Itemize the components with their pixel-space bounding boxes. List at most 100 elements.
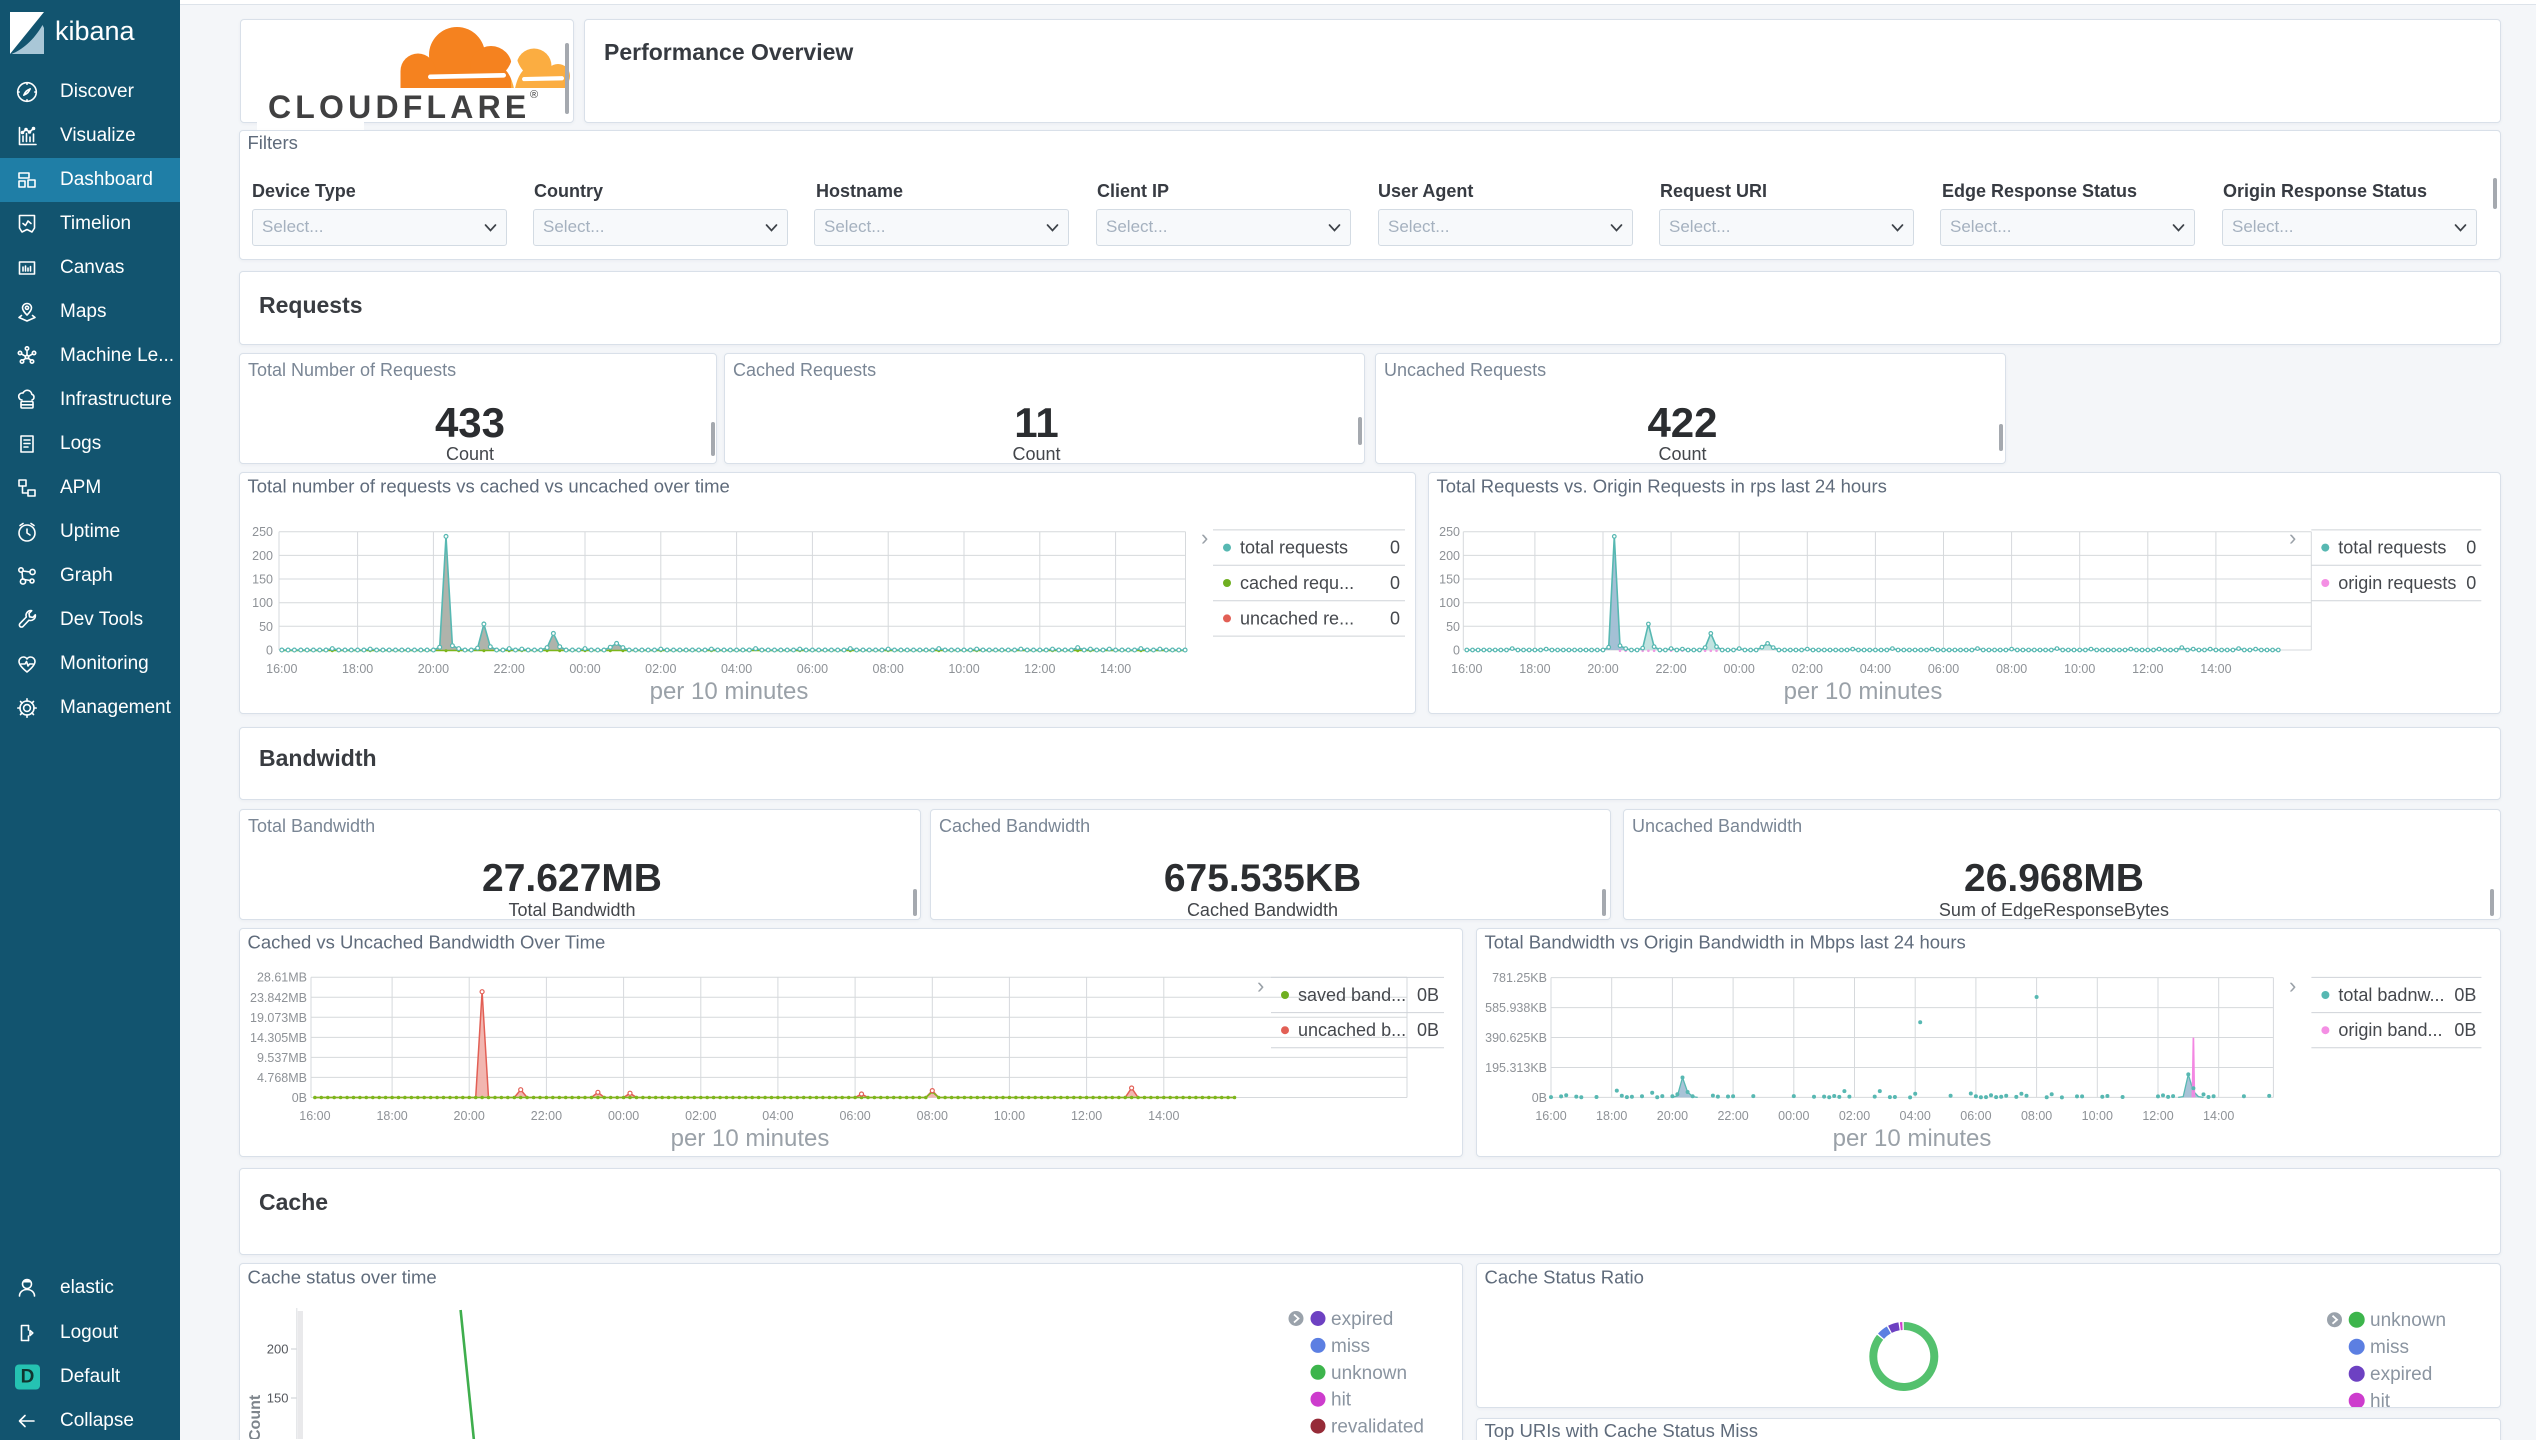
svg-text:uncached b...: uncached b...: [1298, 1020, 1406, 1040]
svg-text:585.938KB: 585.938KB: [1485, 1001, 1547, 1015]
svg-text:16:00: 16:00: [1535, 1109, 1566, 1123]
svg-text:per 10 minutes: per 10 minutes: [1833, 1125, 1992, 1152]
svg-text:100: 100: [252, 596, 273, 610]
svg-text:Total Requests vs. Origin Requ: Total Requests vs. Origin Requests in rp…: [1437, 476, 1887, 497]
svg-text:18:00: 18:00: [376, 1109, 407, 1123]
svg-text:00:00: 00:00: [608, 1109, 639, 1123]
svg-text:16:00: 16:00: [266, 662, 297, 676]
svg-text:28.61MB: 28.61MB: [257, 971, 307, 985]
svg-text:per 10 minutes: per 10 minutes: [1784, 678, 1943, 705]
svg-text:expired: expired: [1331, 1309, 1393, 1330]
svg-text:08:00: 08:00: [873, 662, 904, 676]
svg-text:origin requests: origin requests: [2338, 573, 2456, 593]
svg-text:150: 150: [1439, 573, 1460, 587]
svg-text:06:00: 06:00: [1960, 1109, 1991, 1123]
svg-text:18:00: 18:00: [1519, 662, 1550, 676]
svg-text:16:00: 16:00: [1451, 662, 1482, 676]
svg-text:20:00: 20:00: [418, 662, 449, 676]
svg-text:08:00: 08:00: [2021, 1109, 2052, 1123]
svg-text:22:00: 22:00: [531, 1109, 562, 1123]
svg-text:02:00: 02:00: [1792, 662, 1823, 676]
svg-text:0B: 0B: [292, 1091, 307, 1105]
svg-text:Total Bandwidth vs Origin Band: Total Bandwidth vs Origin Bandwidth in M…: [1485, 932, 1966, 953]
svg-text:Cache status over time: Cache status over time: [248, 1267, 437, 1288]
svg-text:0: 0: [1390, 573, 1400, 593]
svg-text:Total number of requests vs ca: Total number of requests vs cached vs un…: [248, 476, 730, 497]
svg-text:08:00: 08:00: [917, 1109, 948, 1123]
svg-text:18:00: 18:00: [1596, 1109, 1627, 1123]
svg-text:0B: 0B: [2454, 1020, 2476, 1040]
svg-text:per 10 minutes: per 10 minutes: [671, 1125, 830, 1152]
svg-text:unknown: unknown: [2370, 1310, 2446, 1331]
svg-text:150: 150: [267, 1391, 289, 1406]
svg-text:miss: miss: [2370, 1337, 2409, 1358]
svg-text:hit: hit: [2370, 1391, 2391, 1407]
svg-text:22:00: 22:00: [494, 662, 525, 676]
svg-text:›: ›: [2289, 525, 2296, 550]
svg-text:Cached vs Uncached Bandwidth O: Cached vs Uncached Bandwidth Over Time: [248, 932, 606, 953]
svg-text:06:00: 06:00: [797, 662, 828, 676]
svg-text:390.625KB: 390.625KB: [1485, 1031, 1547, 1045]
svg-text:20:00: 20:00: [454, 1109, 485, 1123]
svg-text:10:00: 10:00: [948, 662, 979, 676]
svg-text:›: ›: [2289, 973, 2296, 998]
svg-text:14:00: 14:00: [2200, 662, 2231, 676]
svg-text:200: 200: [267, 1342, 289, 1357]
svg-text:150: 150: [252, 573, 273, 587]
svg-text:00:00: 00:00: [1778, 1109, 1809, 1123]
svg-text:unknown: unknown: [1331, 1363, 1407, 1384]
svg-text:02:00: 02:00: [645, 662, 676, 676]
svg-text:04:00: 04:00: [721, 662, 752, 676]
svg-text:origin band...: origin band...: [2338, 1020, 2442, 1040]
svg-text:0B: 0B: [1417, 1020, 1439, 1040]
svg-text:10:00: 10:00: [2064, 662, 2095, 676]
svg-text:50: 50: [1446, 620, 1460, 634]
svg-text:02:00: 02:00: [685, 1109, 716, 1123]
svg-text:18:00: 18:00: [342, 662, 373, 676]
svg-text:0: 0: [1390, 608, 1400, 628]
svg-text:4.768MB: 4.768MB: [257, 1071, 307, 1085]
svg-text:200: 200: [252, 549, 273, 563]
svg-text:06:00: 06:00: [1928, 662, 1959, 676]
svg-text:22:00: 22:00: [1717, 1109, 1748, 1123]
svg-text:00:00: 00:00: [1724, 662, 1755, 676]
svg-text:saved band...: saved band...: [1298, 985, 1406, 1005]
svg-text:19.073MB: 19.073MB: [250, 1011, 307, 1025]
svg-text:04:00: 04:00: [1900, 1109, 1931, 1123]
svg-text:250: 250: [1439, 525, 1460, 539]
svg-text:00:00: 00:00: [569, 662, 600, 676]
svg-text:14:00: 14:00: [1100, 662, 1131, 676]
svg-text:50: 50: [259, 620, 273, 634]
svg-text:›: ›: [1257, 973, 1264, 998]
svg-text:total requests: total requests: [1240, 538, 1348, 558]
svg-text:›: ›: [1201, 525, 1208, 550]
svg-text:100: 100: [1439, 596, 1460, 610]
svg-text:Count: Count: [247, 1394, 264, 1439]
svg-text:04:00: 04:00: [762, 1109, 793, 1123]
svg-text:®: ®: [530, 89, 538, 101]
svg-text:12:00: 12:00: [1024, 662, 1055, 676]
svg-text:02:00: 02:00: [1839, 1109, 1870, 1123]
svg-text:195.313KB: 195.313KB: [1485, 1061, 1547, 1075]
svg-text:04:00: 04:00: [1860, 662, 1891, 676]
svg-text:12:00: 12:00: [2142, 1109, 2173, 1123]
svg-text:10:00: 10:00: [2082, 1109, 2113, 1123]
svg-text:0: 0: [2466, 538, 2476, 558]
svg-text:0B: 0B: [1532, 1091, 1547, 1105]
svg-text:0: 0: [266, 644, 273, 658]
svg-text:20:00: 20:00: [1587, 662, 1618, 676]
svg-text:miss: miss: [1331, 1336, 1370, 1357]
svg-text:0: 0: [1453, 644, 1460, 658]
svg-text:14.305MB: 14.305MB: [250, 1031, 307, 1045]
svg-text:08:00: 08:00: [1996, 662, 2027, 676]
svg-text:9.537MB: 9.537MB: [257, 1051, 307, 1065]
svg-text:14:00: 14:00: [1148, 1109, 1179, 1123]
svg-text:total requests: total requests: [2338, 538, 2446, 558]
svg-text:hit: hit: [1331, 1390, 1352, 1411]
svg-text:16:00: 16:00: [299, 1109, 330, 1123]
svg-text:cached requ...: cached requ...: [1240, 573, 1354, 593]
svg-text:12:00: 12:00: [2132, 662, 2163, 676]
svg-text:06:00: 06:00: [839, 1109, 870, 1123]
svg-text:per 10 minutes: per 10 minutes: [650, 678, 809, 705]
svg-text:22:00: 22:00: [1655, 662, 1686, 676]
